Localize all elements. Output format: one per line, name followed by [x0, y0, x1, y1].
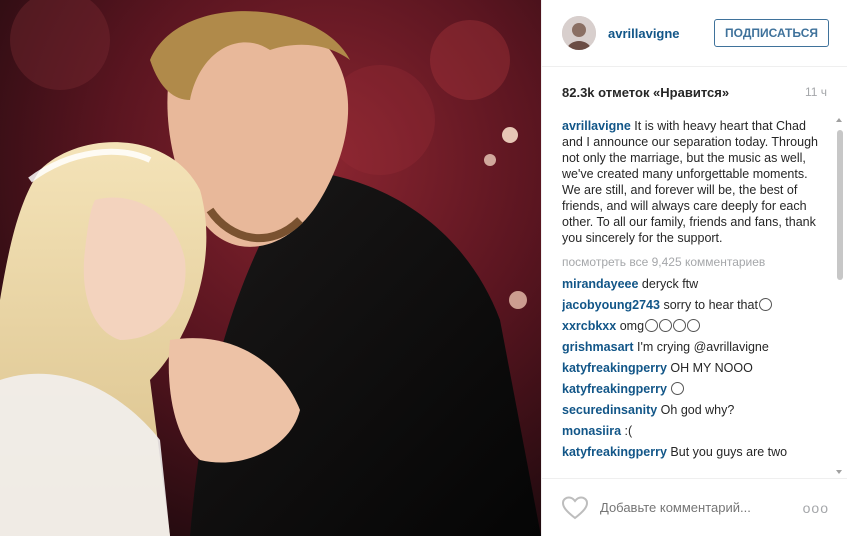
wedding-photo-illustration: [0, 0, 541, 536]
emoji-icon: [645, 319, 659, 332]
post-footer: ooo: [542, 478, 847, 536]
emoji-icon: [673, 319, 687, 332]
comment-username[interactable]: katyfreakingperry: [562, 361, 667, 375]
emoji-icon: [758, 298, 772, 311]
comment-item: securedinsanity Oh god why?: [562, 400, 833, 421]
comment-text: sorry to hear that: [663, 298, 758, 312]
comment-item: katyfreakingperry: [562, 379, 833, 400]
comment-text: I'm crying @avrillavigne: [637, 340, 769, 354]
scroll-down-arrow-icon[interactable]: [836, 470, 842, 474]
comment-text: omg: [619, 319, 645, 333]
comment-username[interactable]: securedinsanity: [562, 403, 657, 417]
add-comment-input[interactable]: [598, 499, 803, 516]
post-photo[interactable]: [0, 0, 541, 536]
comment-username[interactable]: mirandayeee: [562, 277, 638, 291]
avatar-image: [562, 16, 596, 50]
post-stats: 82.3k отметок «Нравится» 11 ч: [542, 67, 847, 117]
post-header: avrillavigne ПОДПИСАТЬСЯ: [542, 0, 847, 67]
comment-item: xxrcbkxx omg: [562, 316, 833, 337]
comment-text: :(: [624, 424, 633, 438]
comment-item: monasiira :(: [562, 421, 833, 442]
comments-feed[interactable]: avrillavigne It is with heavy heart that…: [562, 118, 833, 476]
more-options-icon[interactable]: ooo: [803, 500, 829, 516]
view-all-comments-link[interactable]: посмотреть все 9,425 комментариев: [562, 254, 833, 270]
comment-username[interactable]: grishmasart: [562, 340, 634, 354]
comment-username[interactable]: monasiira: [562, 424, 621, 438]
emoji-icon: [659, 319, 673, 332]
post-sidebar: avrillavigne ПОДПИСАТЬСЯ 82.3k отметок «…: [541, 0, 847, 536]
caption-text: It is with heavy heart that Chad and I a…: [562, 119, 818, 245]
caption-username[interactable]: avrillavigne: [562, 119, 631, 133]
comment-item: katyfreakingperry OH MY NOOO: [562, 358, 833, 379]
comment-username[interactable]: xxrcbkxx: [562, 319, 616, 333]
comment-text: deryck ftw: [641, 277, 699, 291]
comment-text: But you guys are two: [670, 445, 788, 459]
post-caption: avrillavigne It is with heavy heart that…: [562, 118, 833, 246]
scrollbar-thumb[interactable]: [837, 130, 843, 280]
post-author-username[interactable]: avrillavigne: [608, 26, 714, 41]
scroll-up-arrow-icon[interactable]: [836, 118, 842, 122]
comment-text: Oh god why?: [660, 403, 735, 417]
emoji-icon: [687, 319, 701, 332]
comment-username[interactable]: katyfreakingperry: [562, 382, 667, 396]
comment-item: jacobyoung2743 sorry to hear that: [562, 295, 833, 316]
comment-username[interactable]: katyfreakingperry: [562, 445, 667, 459]
instagram-post: avrillavigne ПОДПИСАТЬСЯ 82.3k отметок «…: [0, 0, 847, 536]
follow-button[interactable]: ПОДПИСАТЬСЯ: [714, 19, 829, 47]
comment-text: OH MY NOOO: [670, 361, 753, 375]
likes-count[interactable]: 82.3k отметок «Нравится»: [562, 85, 729, 100]
comment-username[interactable]: jacobyoung2743: [562, 298, 660, 312]
comment-item: mirandayeee deryck ftw: [562, 274, 833, 295]
emoji-icon: [671, 382, 685, 395]
heart-icon[interactable]: [562, 495, 588, 520]
comments-scrollbar[interactable]: [836, 118, 843, 474]
avatar[interactable]: [562, 16, 596, 50]
comment-item: grishmasart I'm crying @avrillavigne: [562, 337, 833, 358]
comment-item: katyfreakingperry But you guys are two: [562, 442, 833, 463]
post-timestamp[interactable]: 11 ч: [805, 85, 827, 99]
